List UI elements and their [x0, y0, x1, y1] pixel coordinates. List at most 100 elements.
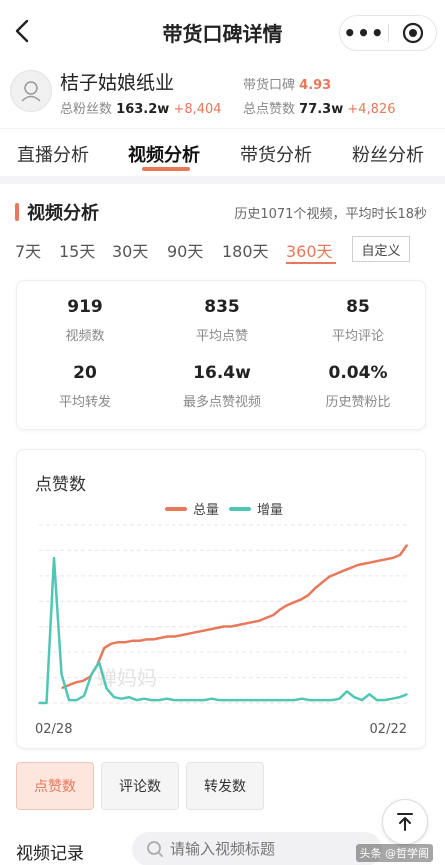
point-total — [61, 687, 63, 689]
point-total — [244, 622, 246, 625]
point-total — [321, 581, 324, 583]
point-increment — [195, 699, 198, 701]
point-total — [371, 561, 373, 563]
point-total — [124, 641, 127, 643]
metric-comments-button[interactable]: 评论数 — [101, 762, 179, 810]
point-increment — [90, 673, 93, 675]
point-increment — [218, 699, 220, 701]
range-90d[interactable]: 90天 — [167, 238, 203, 262]
point-increment — [210, 697, 213, 700]
stats-card: 919 视频数 835 平均点赞 85 平均评论 20 平均转发 16.4w 最… — [16, 280, 426, 430]
section-accent — [15, 203, 19, 221]
point-total — [293, 601, 296, 603]
likes-chart[interactable]: 蝉妈妈02/28 02/22 — [17, 450, 427, 750]
point-total — [195, 631, 197, 633]
point-total — [406, 544, 408, 546]
point-total — [272, 614, 274, 616]
shop-avatar[interactable] — [10, 70, 52, 112]
video-search-input[interactable] — [170, 840, 360, 858]
point-total — [349, 567, 352, 569]
stat-video-count: 919 视频数 — [17, 297, 153, 344]
point-total — [378, 559, 380, 562]
point-increment — [113, 696, 115, 698]
reputation-label: 带货口碑 — [243, 78, 296, 93]
point-total — [110, 642, 113, 645]
point-increment — [120, 697, 123, 700]
video-records-title: 视频记录 — [16, 844, 84, 864]
point-total — [117, 641, 120, 643]
metric-likes-button[interactable]: 点赞数 — [16, 762, 94, 810]
back-to-top-button[interactable] — [382, 799, 428, 845]
point-total — [180, 634, 183, 636]
point-total — [251, 621, 253, 623]
point-total — [286, 604, 289, 606]
likes-stat: 总点赞数 77.3w +4,826 — [243, 98, 396, 117]
range-360d[interactable]: 360天 — [286, 238, 333, 262]
stat-label: 平均转发 — [58, 395, 111, 410]
point-increment — [188, 699, 190, 701]
tab-live-analysis[interactable]: 直播分析 — [17, 141, 89, 167]
point-total — [216, 627, 218, 629]
stat-value: 16.4w — [193, 363, 251, 383]
point-increment — [38, 702, 40, 704]
point-total — [279, 608, 282, 611]
point-total — [230, 625, 232, 628]
range-7d[interactable]: 7天 — [15, 238, 41, 262]
point-total — [103, 647, 105, 649]
tab-sales-analysis[interactable]: 带货分析 — [240, 141, 312, 167]
likes-chart-card: 点赞数 总量 增量 蝉妈妈 02/28 02/22 — [16, 449, 426, 749]
custom-range-button[interactable]: 自定义 — [352, 236, 410, 262]
point-total — [145, 638, 148, 641]
shop-summary: 桔子姑娘纸业 总粉丝数 163.2w +8,404 带货口碑 4.93 总点赞数… — [0, 62, 445, 128]
point-total — [364, 562, 366, 565]
point-increment — [308, 699, 311, 701]
stat-value: 919 — [67, 297, 103, 317]
point-total — [131, 640, 134, 642]
stat-label: 平均点赞 — [195, 329, 248, 344]
point-total — [392, 557, 394, 559]
point-increment — [128, 696, 130, 698]
tab-video-analysis[interactable]: 视频分析 — [128, 141, 200, 167]
x-tick-label-end: 02/22 — [370, 722, 407, 737]
stat-label: 最多点赞视频 — [182, 395, 261, 410]
stat-value: 85 — [346, 297, 370, 317]
video-analysis-panel: 视频分析 历史1071个视频，平均时长18秒 7天 15天 30天 90天 18… — [0, 184, 445, 865]
point-increment — [233, 699, 236, 701]
more-icon[interactable]: ••• — [340, 16, 388, 50]
point-increment — [173, 699, 175, 701]
video-search-bar[interactable] — [132, 832, 382, 865]
point-increment — [278, 699, 281, 701]
point-total — [342, 569, 345, 572]
point-increment — [60, 673, 63, 675]
point-total — [328, 575, 331, 578]
series-line-increment — [39, 556, 408, 705]
point-increment — [180, 699, 183, 701]
point-total — [307, 594, 310, 596]
stat-value: 20 — [73, 363, 97, 383]
range-30d[interactable]: 30天 — [112, 238, 148, 262]
mini-program-capsule: ••• — [339, 15, 437, 51]
point-increment — [75, 699, 78, 701]
analysis-tabs: 直播分析 视频分析 带货分析 粉丝分析 — [0, 128, 445, 176]
reputation-score: 4.93 — [299, 78, 332, 93]
point-increment — [406, 693, 408, 696]
stat-max-liked-video[interactable]: 16.4w 最多点赞视频 — [154, 363, 290, 410]
point-total — [314, 587, 317, 589]
range-180d[interactable]: 180天 — [222, 238, 269, 262]
range-15d[interactable]: 15天 — [59, 238, 95, 262]
metric-shares-button[interactable]: 转发数 — [186, 762, 264, 810]
close-target-icon[interactable] — [389, 22, 436, 44]
fans-stat: 总粉丝数 163.2w +8,404 — [60, 98, 222, 117]
shop-name: 桔子姑娘纸业 — [60, 72, 175, 94]
point-total — [265, 617, 267, 619]
fans-delta: +8,404 — [173, 102, 222, 117]
point-increment — [143, 697, 145, 700]
point-total — [173, 635, 176, 638]
point-increment — [158, 699, 160, 701]
active-tab-indicator — [142, 167, 190, 171]
tab-fans-analysis[interactable]: 粉丝分析 — [352, 141, 424, 167]
point-increment — [376, 699, 378, 701]
point-total — [75, 681, 77, 684]
stat-value: 835 — [204, 297, 240, 317]
x-tick-label-start: 02/28 — [35, 722, 72, 737]
